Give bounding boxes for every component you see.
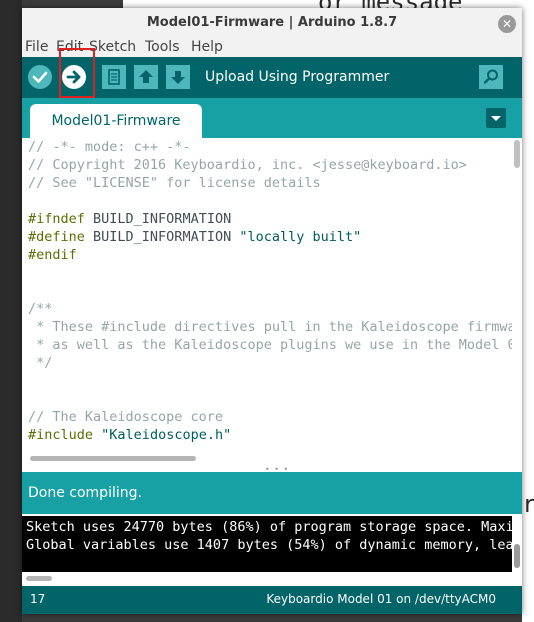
bottom-status-bar: 17 Keyboardio Model 01 on /dev/ttyACM0 [22, 586, 522, 614]
code-line: #endif [28, 247, 77, 263]
menu-tools[interactable]: Tools [145, 39, 180, 55]
code-line: #include "Kaleidoscope.h" [28, 427, 232, 443]
console-output[interactable]: Sketch uses 24770 bytes (86%) of program… [22, 514, 522, 574]
console-vertical-scroll-thumb[interactable] [514, 544, 520, 568]
board-port-info: Keyboardio Model 01 on /dev/ttyACM0 [266, 592, 496, 606]
code-line: // -*- mode: c++ -*- [28, 139, 191, 155]
arrow-up-icon [139, 70, 153, 83]
serial-monitor-button[interactable] [479, 65, 503, 89]
window-title: Model01-Firmware | Arduino 1.8.7 [146, 15, 398, 30]
background-window-right [522, 0, 534, 622]
arrow-down-icon [171, 71, 185, 84]
code-line: */ [28, 355, 53, 371]
title-bar[interactable]: Model01-Firmware | Arduino 1.8.7 ✕ [22, 8, 522, 38]
toolbar: Upload Using Programmer [22, 57, 522, 98]
console-horizontal-scroll-thumb[interactable] [26, 576, 52, 581]
code-text[interactable]: // -*- mode: c++ -*- // Copyright 2016 Ke… [28, 138, 522, 444]
code-line: * as well as the Kaleidoscope plugins we… [36, 337, 522, 353]
chevron-down-icon [491, 116, 501, 121]
console-line: Sketch uses 24770 bytes (86%) of program… [26, 519, 522, 535]
code-line: // See "LICENSE" for license details [28, 175, 321, 191]
code-editor[interactable]: // -*- mode: c++ -*- // Copyright 2016 Ke… [22, 138, 522, 458]
new-button[interactable] [102, 65, 126, 89]
editor-horizontal-scrollbar[interactable] [22, 454, 522, 464]
tab-bar: Model01-Firmware [22, 98, 522, 138]
code-line: // The Kaleidoscope core [28, 409, 224, 425]
menu-file[interactable]: File [25, 39, 48, 55]
code-line: #ifndef BUILD_INFORMATION [28, 211, 232, 227]
pane-divider[interactable]: • • • [22, 464, 522, 474]
menu-help[interactable]: Help [191, 39, 223, 55]
check-icon [32, 71, 48, 83]
code-line: #define BUILD_INFORMATION "locally built… [28, 229, 362, 245]
code-line: /** [28, 301, 53, 317]
editor-vertical-scrollbar[interactable] [512, 138, 522, 458]
code-line: // Copyright 2016 Keyboardio, inc. <jess… [28, 157, 467, 173]
verify-button[interactable] [28, 65, 52, 89]
code-line: * These #include directives pull in the … [36, 319, 522, 335]
console-text: Sketch uses 24770 bytes (86%) of program… [26, 518, 522, 554]
console-vertical-scrollbar[interactable] [512, 516, 522, 574]
console-line: Global variables use 1407 bytes (54%) of… [26, 537, 522, 553]
editor-vertical-scroll-thumb[interactable] [514, 140, 520, 168]
close-button[interactable]: ✕ [498, 15, 516, 33]
toolbar-hover-label: Upload Using Programmer [205, 69, 390, 85]
status-message: Done compiling. [28, 485, 142, 501]
tab-menu-button[interactable] [486, 108, 506, 128]
background-text-right: r [522, 490, 534, 518]
line-number: 17 [30, 592, 46, 606]
close-icon: ✕ [501, 17, 513, 31]
save-button[interactable] [166, 65, 190, 89]
menu-bar: File Edit Sketch Tools Help [22, 38, 522, 57]
arduino-window: Model01-Firmware | Arduino 1.8.7 ✕ File … [22, 8, 522, 614]
upload-highlight-box [59, 48, 95, 98]
open-button[interactable] [134, 65, 158, 89]
console-horizontal-scrollbar[interactable] [22, 572, 522, 586]
editor-horizontal-scroll-thumb[interactable] [30, 456, 196, 461]
status-bar: Done compiling. [22, 472, 522, 514]
tab-label: Model01-Firmware [51, 113, 181, 129]
tab-model01-firmware[interactable]: Model01-Firmware [30, 104, 202, 138]
document-icon [108, 69, 120, 85]
magnifier-icon [483, 69, 498, 84]
desktop-background-left [0, 0, 22, 622]
menu-sketch[interactable]: Sketch [89, 39, 136, 55]
